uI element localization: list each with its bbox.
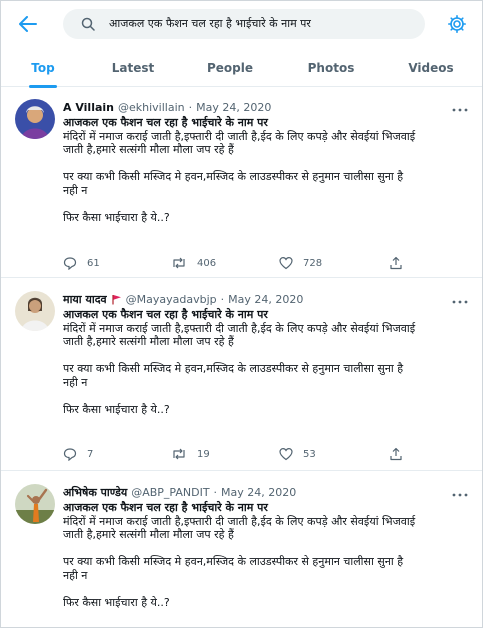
tweet-date[interactable]: May 24, 2020: [221, 486, 296, 499]
retweet-count: 406: [197, 257, 217, 269]
retweet-count: 19: [197, 448, 210, 460]
search-header: आजकल एक फैशन चल रहा है भाईचारे के नाम पर: [1, 1, 482, 47]
tweet-line: नही न: [63, 375, 88, 389]
tweet-line: आजकल एक फैशन चल रहा है भाईचारे के नाम पर: [63, 116, 268, 129]
user-handle[interactable]: @Mayayadavbjp: [126, 293, 217, 306]
tweet-line: फिर कैसा भाईचारा है ये..?: [63, 596, 170, 610]
tweet-header: अभिषेक पाण्डेय @ABP_PANDIT · May 24, 202…: [63, 484, 296, 500]
tab-label: Videos: [408, 61, 454, 75]
search-tabs: Top Latest People Photos Videos: [1, 49, 482, 88]
reply-button[interactable]: 61: [63, 256, 100, 270]
avatar[interactable]: [15, 291, 55, 331]
tab-people[interactable]: People: [201, 49, 259, 87]
flag-icon: [112, 294, 121, 304]
tab-label: Top: [31, 61, 55, 75]
tweet-line: जाती है,हमारे सत्संगी मौला मौला जप रहे ह…: [63, 528, 234, 542]
tab-top[interactable]: Top: [23, 49, 63, 88]
share-icon: [390, 447, 402, 461]
tweet-line: आजकल एक फैशन चल रहा है भाईचारे के नाम पर: [63, 308, 268, 321]
reply-count: 61: [87, 257, 100, 269]
tweet-line: पर क्या कभी किसी मस्जिद मे हवन,मस्जिद के…: [63, 362, 404, 376]
tweet-line: पर क्या कभी किसी मस्जिद मे हवन,मस्जिद के…: [63, 170, 404, 184]
retweet-button[interactable]: 406: [171, 256, 216, 270]
more-options-icon[interactable]: [451, 103, 469, 112]
tweet-line: मंदिरों में नमाज कराई जाती है,इफ्तारी दी…: [63, 129, 416, 143]
display-name[interactable]: माया यादव: [63, 292, 107, 307]
tweet-line: पर क्या कभी किसी मस्जिद मे हवन,मस्जिद के…: [63, 555, 404, 569]
tweet-line: मंदिरों में नमाज कराई जाती है,इफ्तारी दी…: [63, 514, 416, 528]
user-handle[interactable]: @ABP_PANDIT: [131, 486, 209, 499]
tweet-header: माया यादव @Mayayadavbjp · May 24, 2020: [63, 291, 303, 307]
search-input[interactable]: आजकल एक फैशन चल रहा है भाईचारे के नाम पर: [63, 9, 425, 39]
tweet-line: आजकल एक फैशन चल रहा है भाईचारे के नाम पर: [63, 501, 268, 514]
user-handle[interactable]: @ekhivillain: [118, 101, 185, 114]
tab-label: Latest: [111, 61, 155, 75]
reply-icon: [63, 448, 77, 461]
tab-videos[interactable]: Videos: [401, 49, 461, 87]
heart-icon: [279, 447, 293, 461]
retweet-icon: [173, 448, 185, 460]
tweet-line: फिर कैसा भाईचारा है ये..?: [63, 211, 170, 225]
more-options-icon[interactable]: [451, 488, 469, 497]
tweet-line: नही न: [63, 568, 88, 582]
like-count: 53: [303, 448, 316, 460]
tweet[interactable]: अभिषेक पाण्डेय @ABP_PANDIT · May 24, 202…: [1, 472, 482, 627]
app-frame: आजकल एक फैशन चल रहा है भाईचारे के नाम पर…: [0, 0, 483, 628]
tweet-text: आजकल एक फैशन चल रहा है भाईचारे के नाम पर…: [63, 308, 471, 417]
tab-label: People: [206, 61, 254, 75]
separator-dot: ·: [213, 485, 218, 499]
tweet[interactable]: माया यादव @Mayayadavbjp · May 24, 2020 आ…: [1, 279, 482, 471]
reply-icon: [63, 257, 77, 270]
avatar[interactable]: [15, 484, 55, 524]
reply-button[interactable]: 7: [63, 447, 93, 461]
display-name[interactable]: अभिषेक पाण्डेय: [63, 485, 127, 500]
retweet-icon: [173, 257, 185, 269]
tweet-header: A Villain @ekhivillain · May 24, 2020: [63, 99, 271, 115]
gear-icon[interactable]: [447, 14, 467, 34]
tweet-line: जाती है,हमारे सत्संगी मौला मौला जप रहे ह…: [63, 335, 234, 349]
retweet-button[interactable]: 19: [171, 447, 210, 461]
search-query-text: आजकल एक फैशन चल रहा है भाईचारे के नाम पर: [109, 17, 311, 30]
like-button[interactable]: 53: [279, 447, 316, 461]
tweet[interactable]: A Villain @ekhivillain · May 24, 2020 आज…: [1, 88, 482, 278]
tweet-text: आजकल एक फैशन चल रहा है भाईचारे के नाम पर…: [63, 116, 471, 225]
back-arrow-icon[interactable]: [17, 13, 39, 35]
like-count: 728: [303, 257, 323, 269]
display-name[interactable]: A Villain: [63, 101, 114, 114]
separator-dot: ·: [220, 292, 225, 306]
separator-dot: ·: [188, 100, 193, 114]
avatar[interactable]: [15, 99, 55, 139]
share-button[interactable]: [389, 256, 403, 270]
share-icon: [390, 256, 402, 270]
tab-latest[interactable]: Latest: [105, 49, 161, 87]
tweet-line: मंदिरों में नमाज कराई जाती है,इफ्तारी दी…: [63, 321, 416, 335]
tweet-line: जाती है,हमारे सत्संगी मौला मौला जप रहे ह…: [63, 143, 234, 157]
tab-label: Photos: [307, 61, 355, 75]
like-button[interactable]: 728: [279, 256, 322, 270]
tweet-line: फिर कैसा भाईचारा है ये..?: [63, 403, 170, 417]
tweet-line: नही न: [63, 183, 88, 197]
tweet-actions: 7 19 53: [63, 447, 423, 463]
tweet-actions: 61 406 728: [63, 256, 423, 272]
search-icon: [81, 17, 95, 31]
tweet-date[interactable]: May 24, 2020: [196, 101, 271, 114]
tweet-text: आजकल एक फैशन चल रहा है भाईचारे के नाम पर…: [63, 501, 471, 610]
share-button[interactable]: [389, 447, 403, 461]
tab-photos[interactable]: Photos: [301, 49, 361, 87]
more-options-icon[interactable]: [451, 295, 469, 304]
tweet-date[interactable]: May 24, 2020: [228, 293, 303, 306]
reply-count: 7: [87, 448, 94, 460]
heart-icon: [279, 256, 293, 270]
